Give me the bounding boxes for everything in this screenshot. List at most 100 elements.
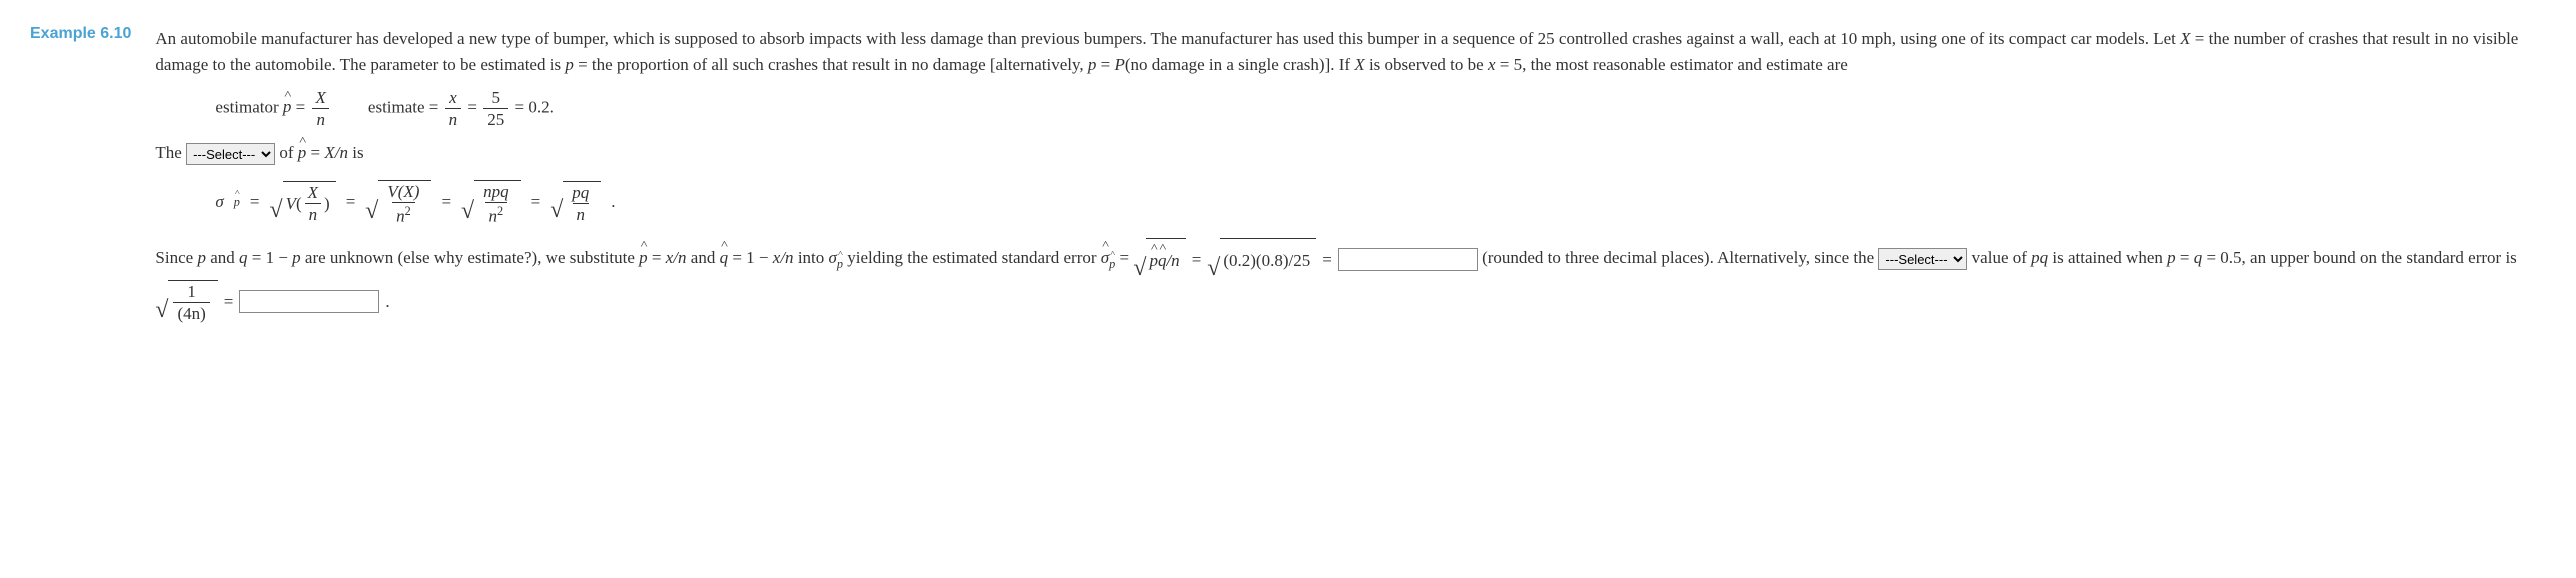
p3-pq: pq (2031, 248, 2048, 267)
V-1: V (286, 191, 296, 217)
sigma-derivation: σp = √ V(Xn) = √ V(X) n2 = (215, 180, 2546, 225)
p3-7: = 1 − (728, 248, 773, 267)
p3-8: into (794, 248, 829, 267)
the-text: The (155, 143, 186, 162)
frac-num-x: x (445, 89, 461, 108)
intro-text-3: = the proportion of all such crashes tha… (574, 55, 1088, 74)
four-n: (4n) (173, 302, 209, 322)
sqrt-1-4n: √ 1 (4n) (155, 280, 217, 322)
final-paragraph: Since p and q = 1 − p are unknown (else … (155, 238, 2546, 322)
p3-xn2: x/n (773, 248, 794, 267)
intro-text-1: An automobile manufacturer has developed… (155, 29, 2180, 48)
p3-1: Since (155, 248, 197, 267)
one-top: 1 (183, 283, 200, 302)
p3-3: = 1 − (247, 248, 292, 267)
intro-text-5: (no damage in a single crash)]. If (1125, 55, 1354, 74)
p-hat: p (283, 94, 292, 120)
sqrt-plugged: √ (0.2)(0.8)/25 (1207, 238, 1316, 280)
p3-5: = (648, 248, 666, 267)
example-label: Example 6.10 (30, 20, 131, 46)
p3-q2: q (2194, 248, 2203, 267)
p3-10: = (1115, 248, 1133, 267)
expr-Xn: X/n (324, 143, 348, 162)
rp: p (1149, 241, 1158, 280)
final-period: . (385, 282, 389, 321)
intro-eq: = (1096, 55, 1114, 74)
p3-6: and (687, 248, 720, 267)
eq-p2: = (1322, 240, 1332, 279)
line-the-select: The ---Select--- of p = X/n is (155, 140, 2546, 166)
sqrt-phat-qhat-n: √ pq/n (1133, 238, 1185, 280)
p3-p2: p (292, 248, 301, 267)
eq-p1: = (1192, 240, 1202, 279)
eq-p3: = (224, 282, 234, 321)
frac-5-25: 5 25 (483, 89, 508, 128)
problem-body: An automobile manufacturer has developed… (155, 20, 2546, 328)
std-error-input[interactable] (1338, 248, 1478, 271)
sqrt-pq-n: √ pq n (550, 181, 601, 223)
den-25: 25 (483, 108, 508, 128)
estimate-label: estimate = (368, 97, 443, 116)
p3-12: value of (1972, 248, 2031, 267)
var-p: p (565, 55, 574, 74)
frac-den-n: n (312, 108, 329, 128)
sqrt-V-Xn: √ V(Xn) (270, 181, 336, 223)
intro-text-7: = 5, the most reasonable estimator and e… (1495, 55, 1847, 74)
p3-phat: p (639, 238, 648, 277)
eq-s3: = (441, 189, 451, 215)
VX-num: X (304, 184, 322, 203)
eq-2: = (467, 97, 481, 116)
select-max-min[interactable]: ---Select--- (1878, 248, 1967, 270)
pq-top: pq (568, 184, 593, 203)
p3-4: are unknown (else why estimate?), we sub… (301, 248, 640, 267)
var-X: X (2180, 29, 2190, 48)
p3-qhat: q (720, 238, 729, 277)
p3-14: = (2176, 248, 2194, 267)
p3-2: and (206, 248, 239, 267)
is-text: is (348, 143, 364, 162)
sqrt-VX-n2: √ V(X) n2 (365, 180, 431, 225)
pq-den: n (573, 203, 590, 223)
intro-paragraph: An automobile manufacturer has developed… (155, 26, 2546, 77)
p3-sub2: p (1109, 250, 1115, 278)
p3-sigma: σ (829, 248, 837, 267)
val-0.2: = 0.2. (514, 97, 553, 116)
estimator-formula: estimator p = X n estimate = x n = 5 25 … (215, 89, 2546, 128)
frac-den-n-2: n (445, 108, 462, 128)
p-hat-2: p (298, 140, 307, 166)
sigma-sub-phat: p (234, 193, 240, 211)
select-property[interactable]: ---Select--- (186, 143, 275, 165)
sigma-sym: σ (215, 189, 223, 215)
upper-bound-input[interactable] (239, 290, 379, 313)
eq-3: = (306, 143, 324, 162)
n2-2: n (489, 206, 498, 225)
p3-p: p (197, 248, 206, 267)
frac-x-n: x n (445, 89, 462, 128)
period-1: . (611, 189, 615, 215)
root-num-val: (0.2)(0.8)/25 (1220, 238, 1316, 280)
p3-xn: x/n (666, 248, 687, 267)
rn: /n (1166, 241, 1179, 280)
VX-top: V(X) (383, 183, 423, 202)
frac-num-X: X (312, 89, 330, 108)
VX-den: n (305, 203, 322, 223)
npq-top: npq (479, 183, 513, 202)
n2-1: n (396, 206, 405, 225)
p3-sigmahat: σ (1101, 238, 1109, 277)
num-5: 5 (487, 89, 504, 108)
sqrt-npq-n2: √ npq n2 (461, 180, 521, 225)
eq-s2: = (346, 189, 356, 215)
rq: q (1158, 241, 1167, 280)
eq-s4: = (531, 189, 541, 215)
p3-9: yielding the estimated standard error (843, 248, 1101, 267)
p3-11: (rounded to three decimal places). Alter… (1482, 248, 1878, 267)
p3-sub: p (837, 250, 843, 278)
eq-s1: = (250, 189, 260, 215)
intro-text-6: is observed to be (1365, 55, 1488, 74)
eq-1: = (291, 97, 309, 116)
estimator-label: estimator (215, 97, 283, 116)
of-text: of (279, 143, 297, 162)
p3-p3: p (2167, 248, 2176, 267)
p3-13: is attained when (2048, 248, 2167, 267)
frac-X-n: X n (312, 89, 330, 128)
